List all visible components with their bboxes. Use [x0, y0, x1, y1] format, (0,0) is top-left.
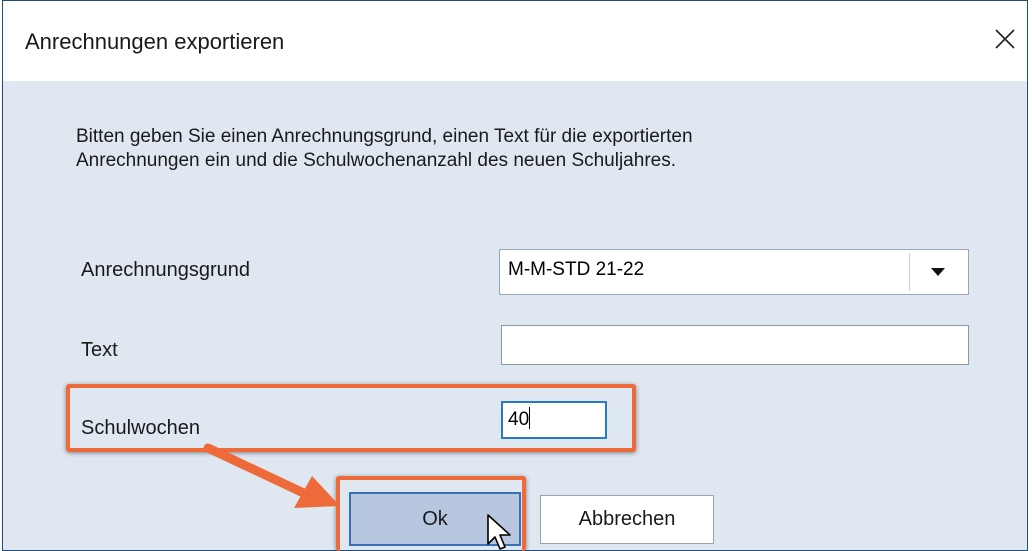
text-input[interactable]	[501, 325, 969, 365]
close-icon	[995, 29, 1015, 49]
instructions-text: Bitten geben Sie einen Anrechnungsgrund,…	[76, 125, 896, 173]
cancel-button-label: Abbrechen	[578, 508, 676, 530]
cancel-button[interactable]: Abbrechen	[540, 495, 714, 544]
reason-value: M-M-STD 21-22	[508, 259, 645, 280]
arrow-icon	[203, 443, 340, 508]
dialog-title: Anrechnungen exportieren	[25, 29, 285, 54]
export-dialog: Anrechnungen exportieren Bitten geben Si…	[2, 0, 1028, 551]
title-bar: Anrechnungen exportieren	[3, 1, 1027, 81]
weeks-highlight-box	[66, 384, 636, 452]
close-button[interactable]	[985, 19, 1025, 59]
text-label: Text	[81, 339, 118, 361]
reason-label: Anrechnungsgrund	[81, 259, 251, 281]
reason-dropdown-button[interactable]	[909, 253, 965, 291]
instructions-line-2: Anrechnungen ein und die Schulwochenanza…	[76, 150, 676, 171]
instructions-line-1: Bitten geben Sie einen Anrechnungsgrund,…	[76, 126, 693, 147]
mouse-pointer-icon	[487, 514, 511, 550]
chevron-down-icon	[930, 268, 945, 276]
reason-combobox[interactable]: M-M-STD 21-22	[499, 249, 969, 295]
